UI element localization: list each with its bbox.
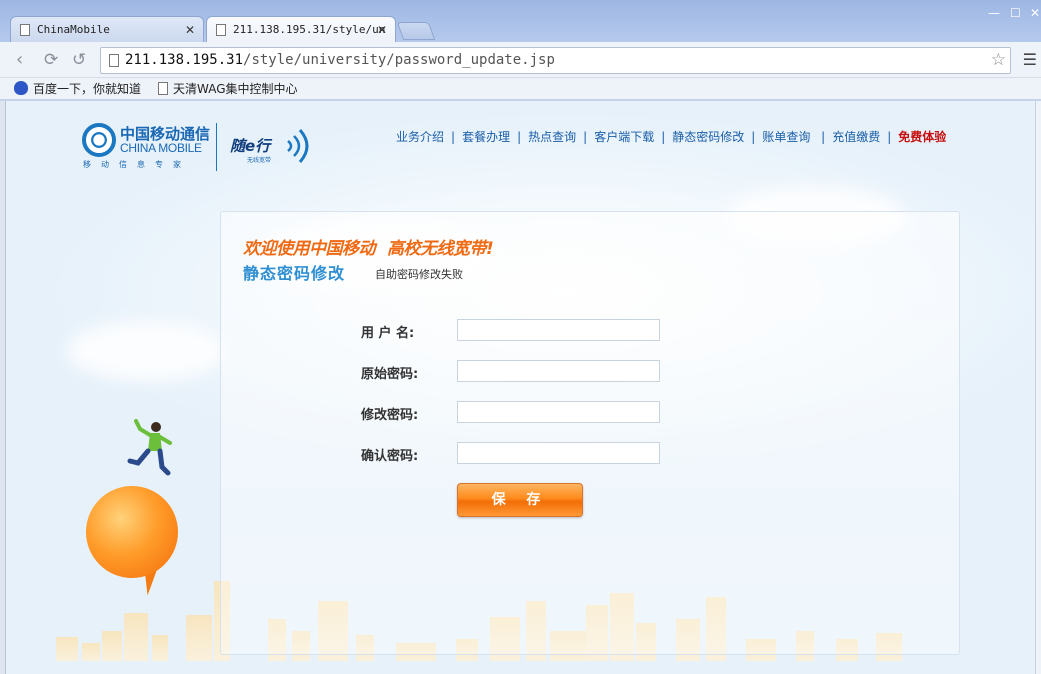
baidu-paw-icon: [14, 81, 28, 95]
new-password-label: 修改密码:: [361, 408, 419, 423]
browser-window: ChinaMobile ✕ 211.138.195.31/style/un ✕ …: [0, 0, 1041, 674]
logo-slogan: 移动信息专家: [83, 160, 191, 169]
page-icon: [20, 24, 30, 36]
confirm-password-input[interactable]: [457, 442, 660, 464]
page-icon: [216, 24, 226, 36]
bookmark-wag[interactable]: 天清WAG集中控制中心: [158, 80, 298, 97]
welcome-text-part2: 高校无线宽带!: [387, 239, 494, 259]
url-host: 211.138.195.31: [125, 52, 244, 68]
username-input[interactable]: [457, 319, 660, 341]
old-password-label: 原始密码:: [361, 367, 419, 382]
logo-english-text: CHINA MOBILE: [120, 141, 202, 155]
tab-chinamobile[interactable]: ChinaMobile ✕: [10, 16, 204, 42]
old-password-input[interactable]: [457, 360, 660, 382]
nav-package[interactable]: 套餐办理: [462, 130, 510, 144]
url-text: 211.138.195.31/style/university/password…: [125, 52, 555, 68]
bookmark-star-icon[interactable]: ☆: [991, 50, 1006, 70]
new-password-row: 修改密码:: [361, 401, 661, 425]
jumping-person-illustration: [127, 419, 172, 476]
confirm-password-label: 确认密码:: [361, 449, 419, 464]
bookmark-label: 天清WAG集中控制中心: [173, 82, 298, 96]
tab-label: ChinaMobile: [37, 23, 110, 36]
url-path: /style/university/password_update.jsp: [243, 52, 555, 68]
maximize-icon[interactable]: ☐: [1010, 6, 1021, 20]
nav-separator: |: [517, 130, 522, 144]
bookmarks-bar: 百度一下，你就知道 天清WAG集中控制中心: [0, 78, 1041, 100]
speech-bubble-illustration: [86, 486, 178, 578]
menu-icon[interactable]: ☰: [1023, 50, 1037, 69]
save-button[interactable]: 保 存: [457, 483, 583, 517]
bookmark-baidu[interactable]: 百度一下，你就知道: [14, 80, 141, 97]
tab-strip: ChinaMobile ✕ 211.138.195.31/style/un ✕ …: [0, 0, 1041, 42]
china-mobile-emblem-icon: [82, 123, 116, 157]
old-password-row: 原始密码:: [361, 360, 661, 384]
tab-label: 211.138.195.31/style/un: [233, 23, 386, 36]
close-tab-icon[interactable]: ✕: [377, 17, 387, 42]
top-navigation: 业务介绍 | 套餐办理 | 热点查询 | 客户端下载 | 静态密码修改 | 账单查询 | 充值缴费 | 免…: [396, 128, 946, 145]
page-title: 静态密码修改: [243, 264, 346, 283]
username-row: 用 户 名:: [361, 319, 661, 343]
close-tab-icon[interactable]: ✕: [185, 17, 195, 42]
confirm-password-row: 确认密码:: [361, 442, 661, 466]
tab-password-update[interactable]: 211.138.195.31/style/un ✕: [206, 16, 396, 42]
nav-free-trial[interactable]: 免费体验: [898, 130, 946, 144]
bookmark-label: 百度一下，你就知道: [33, 82, 142, 96]
nav-business-intro[interactable]: 业务介绍: [396, 130, 444, 144]
nav-separator: |: [583, 130, 588, 144]
reload-icon[interactable]: ↺: [72, 50, 86, 70]
logo-divider: [216, 123, 217, 171]
nav-separator: |: [817, 130, 826, 144]
browser-toolbar: ‹ ⟳ ↺ 211.138.195.31/style/university/pa…: [0, 42, 1041, 78]
scrollbar[interactable]: [1035, 101, 1041, 674]
minimize-icon[interactable]: —: [988, 6, 1000, 20]
nav-separator: |: [661, 130, 666, 144]
sub-logo-caption: 无线宽带: [247, 157, 272, 164]
china-mobile-logo[interactable]: 中国移动通信 CHINA MOBILE 移动信息专家 随e行 无线宽带: [80, 119, 320, 175]
page-viewport: 中国移动通信 CHINA MOBILE 移动信息专家 随e行 无线宽带 业务介绍…: [6, 101, 1035, 674]
welcome-text-part1: 欢迎使用中国移动: [243, 239, 376, 259]
nav-separator: |: [751, 130, 756, 144]
welcome-banner: 欢迎使用中国移动 高校无线宽带!: [243, 234, 494, 259]
nav-separator: |: [887, 130, 892, 144]
forward-icon[interactable]: ⟳: [44, 50, 58, 70]
close-window-icon[interactable]: ✕: [1030, 6, 1040, 20]
wireless-waves-icon: [287, 129, 309, 163]
nav-static-password[interactable]: 静态密码修改: [672, 130, 744, 144]
password-update-panel: 欢迎使用中国移动 高校无线宽带! 静态密码修改 自助密码修改失败 用 户 名: 原…: [220, 211, 960, 655]
page-icon: [109, 54, 119, 67]
cloud-decoration: [66, 321, 226, 381]
nav-bill-query[interactable]: 账单查询: [762, 130, 810, 144]
nav-recharge[interactable]: 充值缴费: [832, 130, 880, 144]
page-icon: [158, 82, 168, 95]
username-label: 用 户 名:: [361, 326, 415, 341]
address-bar[interactable]: 211.138.195.31/style/university/password…: [100, 47, 1011, 74]
new-tab-button[interactable]: [396, 22, 436, 40]
back-icon[interactable]: ‹: [16, 50, 23, 70]
status-message: 自助密码修改失败: [375, 268, 463, 281]
new-password-input[interactable]: [457, 401, 660, 423]
nav-hotspot-query[interactable]: 热点查询: [528, 130, 576, 144]
sub-logo-text: 随e行: [230, 137, 271, 155]
nav-client-download[interactable]: 客户端下载: [594, 130, 654, 144]
nav-separator: |: [451, 130, 456, 144]
